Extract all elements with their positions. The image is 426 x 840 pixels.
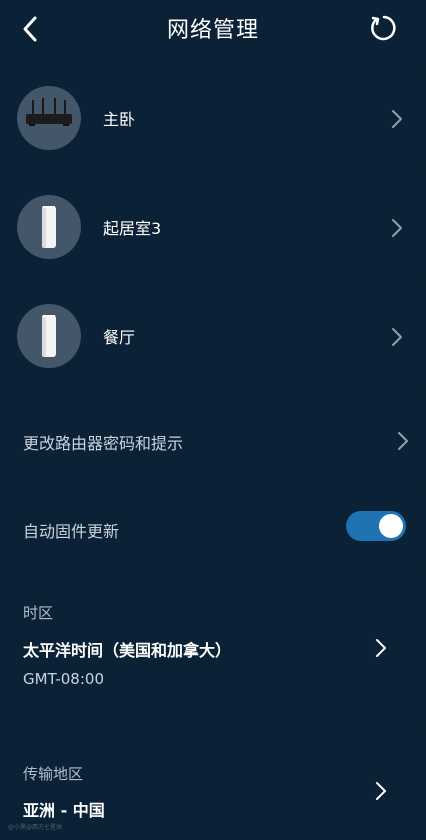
device-name: 主卧 — [103, 110, 136, 129]
divider — [0, 574, 426, 575]
page-title: 网络管理 — [166, 18, 259, 43]
chevron-right-icon — [376, 782, 386, 800]
device-avatar — [17, 195, 81, 259]
chevron-right-icon — [392, 110, 402, 128]
device-avatar — [17, 86, 81, 150]
chevron-right-icon — [392, 219, 402, 237]
auto-update-label: 自动固件更新 — [23, 522, 120, 541]
refresh-button[interactable] — [368, 12, 400, 44]
refresh-icon — [371, 15, 396, 41]
change-password-label: 更改路由器密码和提示 — [23, 434, 184, 453]
toggle-knob — [379, 514, 403, 538]
auto-update-toggle[interactable] — [346, 511, 406, 541]
timezone-row[interactable]: 时区 太平洋时间（美国和加拿大） GMT-08:00 — [0, 576, 426, 716]
chevron-right-icon — [392, 328, 402, 346]
divider — [0, 726, 426, 727]
change-password-row[interactable]: 更改路由器密码和提示 — [0, 400, 426, 484]
router-icon — [26, 98, 72, 126]
transmission-region-row[interactable]: 传输地区 亚洲 - 中国 — [0, 740, 426, 840]
divider — [0, 281, 426, 282]
device-row-dining-room[interactable]: 餐厅 — [0, 286, 426, 386]
timezone-offset: GMT-08:00 — [23, 670, 104, 688]
divider — [0, 486, 426, 487]
device-name: 起居室3 — [103, 219, 162, 238]
mesh-node-icon — [42, 315, 56, 357]
header-bar: 网络管理 — [0, 0, 426, 58]
divider — [0, 172, 426, 173]
transmission-title: 传输地区 — [23, 765, 84, 783]
transmission-value: 亚洲 - 中国 — [23, 801, 105, 820]
chevron-right-icon — [376, 639, 386, 657]
divider — [0, 398, 426, 399]
watermark: @小黑@西方七星球 — [8, 824, 63, 831]
device-avatar — [17, 304, 81, 368]
divider — [0, 66, 426, 67]
timezone-value: 太平洋时间（美国和加拿大） — [23, 641, 232, 660]
chevron-right-icon — [398, 432, 408, 450]
timezone-title: 时区 — [23, 604, 54, 622]
device-row-living-room[interactable]: 起居室3 — [0, 177, 426, 277]
device-row-master-bedroom[interactable]: 主卧 — [0, 68, 426, 168]
mesh-node-icon — [42, 206, 56, 248]
device-name: 餐厅 — [103, 328, 136, 347]
